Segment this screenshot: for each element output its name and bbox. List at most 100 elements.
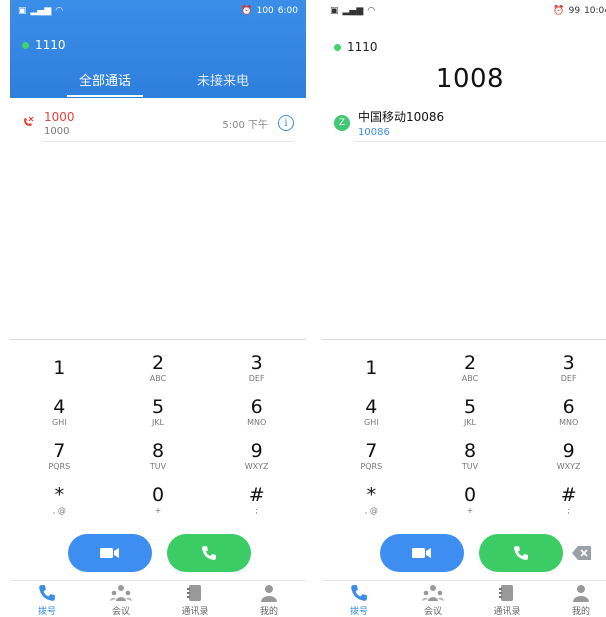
- wifi-icon: ◠: [55, 6, 64, 16]
- key-digit: 2: [463, 352, 477, 374]
- phone-icon: [514, 546, 528, 560]
- nav-label: 会议: [111, 607, 130, 617]
- tab-missed-calls[interactable]: 未接来电: [197, 70, 249, 97]
- key-letters: ABC: [149, 374, 167, 383]
- key-letters: TUV: [461, 462, 479, 471]
- key-4[interactable]: 4 GHI: [10, 394, 109, 430]
- key-letters: ;: [255, 506, 258, 515]
- account-status: 1110: [22, 38, 66, 52]
- nav-me[interactable]: 我的: [239, 584, 299, 617]
- key-letters: PQRS: [48, 462, 71, 471]
- nav-me[interactable]: 我的: [551, 584, 606, 617]
- key-letters: ABC: [461, 374, 479, 383]
- key-letters: PQRS: [360, 462, 383, 471]
- status-time: 10:04: [584, 6, 606, 16]
- dial-keypad: 1 2 ABC 3 DEF 4 GHI 5 JKL 6 MNO 7 PQRS 8 TUV 9W…: [322, 350, 606, 518]
- address-book-icon: [187, 585, 201, 601]
- battery-level: 99: [568, 6, 581, 16]
- contact-suggestion[interactable]: Z 中国移动10086 10086: [322, 104, 606, 142]
- nav-label: 通讯录: [181, 607, 209, 617]
- key-letters: DEF: [560, 374, 577, 383]
- wifi-icon: ◠: [367, 6, 376, 16]
- call-log-row[interactable]: 1000 1000 5:00 下午 i: [10, 104, 306, 142]
- key-0[interactable]: 0 +: [421, 482, 520, 518]
- phone-icon: [202, 546, 216, 560]
- key-digit: 1: [53, 356, 66, 379]
- dial-keypad: 1 2 ABC 3 DEF 4 GHI 5 JKL 6 MNO 7 PQRS 8 TUV 9W…: [10, 350, 306, 518]
- nav-label: 我的: [259, 607, 278, 617]
- key-digit: 6: [562, 396, 575, 418]
- key-letters: , @: [52, 506, 66, 515]
- status-bar: ▣ ▂▄▆ ◠ ⏰ 99 10:04: [322, 0, 606, 22]
- key-5[interactable]: 5 JKL: [109, 394, 208, 430]
- nav-conference[interactable]: 会议: [403, 584, 463, 617]
- key-letters: MNO: [559, 418, 579, 427]
- key-8[interactable]: 8 TUV: [109, 438, 208, 474]
- key-hash[interactable]: #;: [519, 482, 606, 518]
- contact-number: 10086: [358, 127, 390, 138]
- nav-conference[interactable]: 会议: [91, 584, 151, 617]
- nav-label: 拨号: [349, 607, 368, 617]
- account-number: 1110: [35, 38, 66, 52]
- key-digit: 8: [463, 440, 477, 462]
- key-4[interactable]: 4 GHI: [322, 394, 421, 430]
- nav-label: 会议: [423, 607, 442, 617]
- info-icon[interactable]: i: [278, 115, 294, 131]
- sim-icon: ▣: [330, 6, 339, 16]
- key-hash[interactable]: #;: [207, 482, 306, 518]
- right-screen: ▣ ▂▄▆ ◠ ⏰ 99 10:04 1110 1008 Z 中国移动10086…: [322, 0, 606, 617]
- tab-all-calls[interactable]: 全部通话: [66, 70, 143, 97]
- key-1[interactable]: 1: [10, 350, 109, 386]
- nav-label: 我的: [571, 607, 590, 617]
- key-0[interactable]: 0 +: [109, 482, 208, 518]
- status-bar: ▣ ▂▄▆ ◠ ⏰ 100 6:00: [10, 0, 306, 22]
- nav-dial[interactable]: 拨号: [17, 584, 77, 617]
- key-digit: 9: [562, 440, 575, 462]
- key-3[interactable]: 3 DEF: [207, 350, 306, 386]
- online-dot-icon: [22, 41, 29, 49]
- key-digit: 0: [463, 484, 477, 506]
- backspace-icon[interactable]: [572, 545, 592, 561]
- key-8[interactable]: 8 TUV: [421, 438, 520, 474]
- voice-call-button[interactable]: [167, 534, 251, 572]
- key-9[interactable]: 9 WXYZ: [207, 438, 306, 474]
- key-7[interactable]: 7 PQRS: [10, 438, 109, 474]
- key-digit: *: [366, 484, 377, 506]
- key-letters: GHI: [364, 418, 379, 427]
- video-call-button[interactable]: [68, 534, 152, 572]
- status-time: 6:00: [277, 6, 298, 16]
- key-1[interactable]: 1: [322, 350, 421, 386]
- account-status: 1110: [334, 40, 378, 54]
- key-6[interactable]: 6 MNO: [519, 394, 606, 430]
- key-7[interactable]: 7 PQRS: [322, 438, 421, 474]
- nav-label: 拨号: [37, 607, 56, 617]
- key-2[interactable]: 2 ABC: [421, 350, 520, 386]
- nav-dial[interactable]: 拨号: [329, 584, 389, 617]
- nav-contacts[interactable]: 通讯录: [165, 584, 225, 617]
- key-star[interactable]: *, @: [10, 482, 109, 518]
- key-star[interactable]: *, @: [322, 482, 421, 518]
- divider: [10, 580, 306, 581]
- key-digit: 9: [250, 440, 263, 462]
- dialed-number: 1008: [435, 64, 505, 94]
- key-digit: 1: [365, 356, 378, 379]
- key-2[interactable]: 2 ABC: [109, 350, 208, 386]
- key-digit: 2: [151, 352, 165, 374]
- sim-icon: ▣: [18, 6, 27, 16]
- key-5[interactable]: 5 JKL: [421, 394, 520, 430]
- key-digit: 5: [151, 396, 165, 418]
- divider: [42, 141, 294, 142]
- key-digit: 4: [53, 396, 66, 418]
- nav-label: 通讯录: [493, 607, 521, 617]
- key-letters: MNO: [247, 418, 267, 427]
- voice-call-button[interactable]: [479, 534, 563, 572]
- key-letters: JKL: [463, 418, 477, 427]
- video-call-button[interactable]: [380, 534, 464, 572]
- key-6[interactable]: 6 MNO: [207, 394, 306, 430]
- key-9[interactable]: 9 WXYZ: [519, 438, 606, 474]
- nav-contacts[interactable]: 通讯录: [477, 584, 537, 617]
- avatar: Z: [334, 115, 350, 131]
- missed-call-icon: [22, 116, 44, 131]
- alarm-icon: ⏰: [553, 6, 565, 16]
- key-3[interactable]: 3 DEF: [519, 350, 606, 386]
